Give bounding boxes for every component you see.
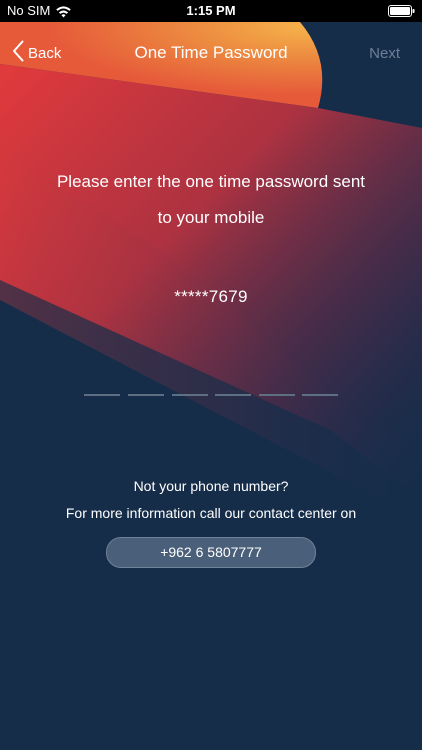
battery-icon (388, 5, 415, 17)
otp-digit-5[interactable] (259, 378, 295, 396)
otp-instructions: Please enter the one time password sent … (20, 164, 402, 236)
contact-center-info: For more information call our contact ce… (65, 505, 357, 521)
otp-digit-6[interactable] (302, 378, 338, 396)
status-time: 1:15 PM (186, 3, 236, 18)
instruction-line-2: to your mobile (157, 208, 265, 227)
status-bar: No SIM 1:15 PM (0, 0, 422, 22)
call-contact-center-button[interactable]: +962 6 5807777 (106, 537, 316, 568)
next-button[interactable]: Next (369, 45, 400, 62)
wrong-number-prompt: Not your phone number? (133, 478, 289, 494)
otp-digit-1[interactable] (84, 378, 120, 396)
otp-digit-2[interactable] (128, 378, 164, 396)
otp-digit-3[interactable] (172, 378, 208, 396)
otp-digit-4[interactable] (215, 378, 251, 396)
page-title: One Time Password (134, 43, 288, 62)
otp-screen: No SIM 1:15 PM Back One Time Password Ne… (0, 0, 422, 750)
instruction-line-1: Please enter the one time password sent (56, 172, 366, 191)
background-art (0, 0, 422, 750)
masked-phone-number: *****7679 (174, 287, 248, 306)
otp-input-row (84, 378, 338, 396)
navigation-bar: Back One Time Password Next (0, 22, 422, 86)
